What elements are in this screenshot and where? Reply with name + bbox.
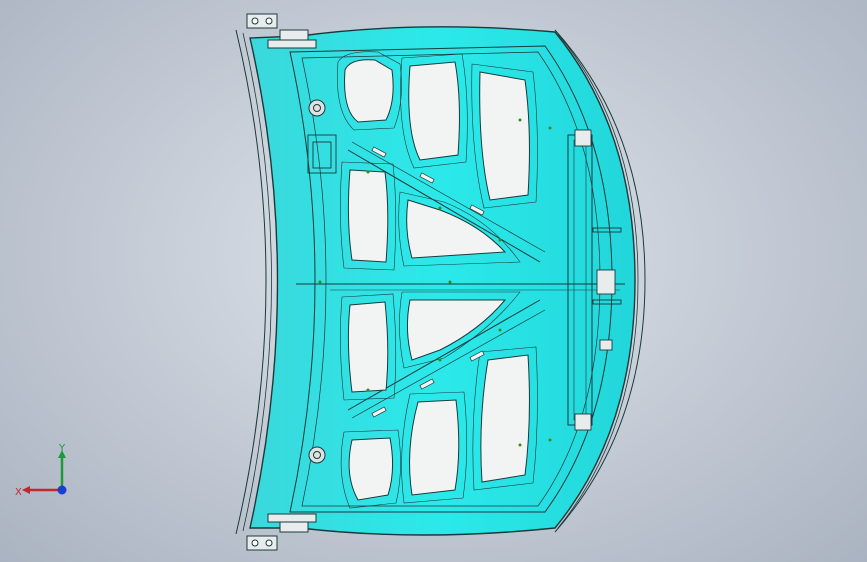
graphics-viewport[interactable]: X Y [0, 0, 867, 562]
cutout-l1 [347, 301, 389, 393]
view-triad: X Y [12, 438, 82, 508]
triad-y-label: Y [59, 443, 66, 454]
cutout-l5 [348, 437, 394, 501]
cutout-u2 [408, 61, 460, 161]
z-axis-icon [57, 485, 67, 495]
outer-flange-left [235, 29, 267, 535]
cutout-l4 [409, 399, 460, 496]
triad-x-label: X [15, 487, 22, 498]
hood-panel-model[interactable] [0, 0, 867, 562]
cutout-l3 [480, 354, 530, 483]
cutout-u3 [479, 71, 530, 201]
cutout-u1 [344, 59, 394, 123]
cutout-u4 [347, 169, 389, 263]
triad-graphic [22, 450, 67, 495]
